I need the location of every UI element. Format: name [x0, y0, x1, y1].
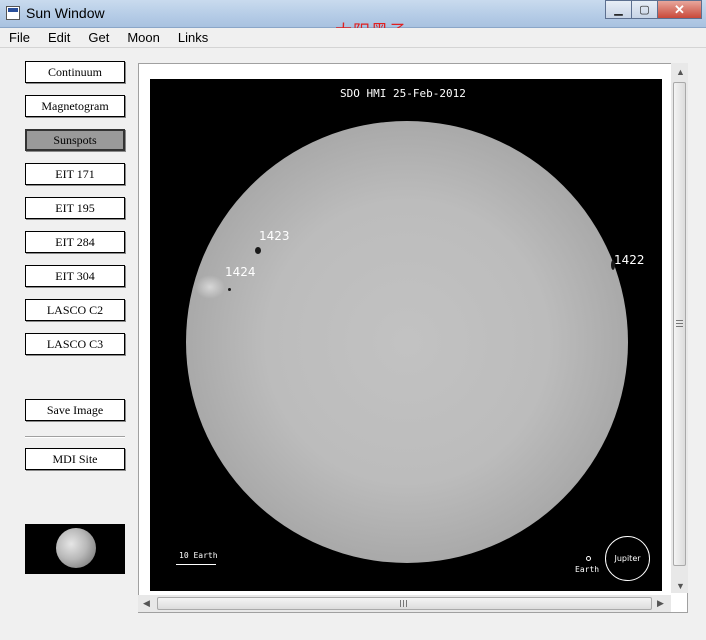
menu-file[interactable]: File: [6, 30, 33, 45]
sidebar-divider: [25, 436, 125, 438]
menu-moon[interactable]: Moon: [124, 30, 163, 45]
horizontal-grip-icon: [400, 600, 407, 607]
jupiter-marker: Jupiter: [605, 536, 650, 581]
earth-marker: [586, 556, 591, 561]
window-title: Sun Window: [26, 5, 105, 21]
sunspots-button[interactable]: Sunspots: [25, 129, 125, 151]
app-icon: [6, 6, 20, 20]
vertical-grip-icon: [676, 320, 683, 327]
lasco-c2-button[interactable]: LASCO C2: [25, 299, 125, 321]
moon-thumbnail[interactable]: [25, 524, 125, 574]
eit-304-button[interactable]: EIT 304: [25, 265, 125, 287]
close-icon[interactable]: ✕: [657, 0, 702, 19]
scroll-right-icon[interactable]: ▶: [657, 599, 664, 608]
facula-region: [195, 275, 225, 299]
eit-195-button[interactable]: EIT 195: [25, 197, 125, 219]
eit-171-button[interactable]: EIT 171: [25, 163, 125, 185]
sunspot-1423: [255, 247, 261, 254]
scroll-left-icon[interactable]: ◀: [143, 599, 150, 608]
menu-bar: File Edit Get Moon Links: [0, 28, 706, 48]
region-label-1424: 1424: [225, 265, 256, 279]
menu-links[interactable]: Links: [175, 30, 211, 45]
jupiter-label: Jupiter: [614, 554, 641, 563]
maximize-icon[interactable]: ▢: [631, 0, 658, 19]
lasco-c3-button[interactable]: LASCO C3: [25, 333, 125, 355]
mdi-site-button[interactable]: MDI Site: [25, 448, 125, 470]
earth-label: Earth: [575, 565, 600, 574]
region-label-1422: 1422: [614, 253, 645, 267]
scale-label: 10 Earth: [179, 551, 218, 560]
moon-image: [56, 528, 96, 568]
continuum-button[interactable]: Continuum: [25, 61, 125, 83]
window-controls: ▁ ▢ ✕: [605, 0, 702, 19]
minimize-icon[interactable]: ▁: [605, 0, 632, 19]
scale-bar: [176, 564, 216, 565]
menu-edit[interactable]: Edit: [45, 30, 73, 45]
sun-image: SDO HMI 25-Feb-2012 1423 1424 1422 10 Ea…: [150, 79, 662, 591]
image-caption: SDO HMI 25-Feb-2012: [340, 87, 466, 100]
scroll-up-icon[interactable]: ▲: [676, 68, 685, 77]
scroll-down-icon[interactable]: ▼: [676, 582, 685, 591]
region-label-1423: 1423: [259, 229, 290, 243]
sunspot-1424: [228, 288, 231, 291]
eit-284-button[interactable]: EIT 284: [25, 231, 125, 253]
solar-disk: [186, 121, 628, 563]
magnetogram-button[interactable]: Magnetogram: [25, 95, 125, 117]
menu-get[interactable]: Get: [85, 30, 112, 45]
save-image-button[interactable]: Save Image: [25, 399, 125, 421]
